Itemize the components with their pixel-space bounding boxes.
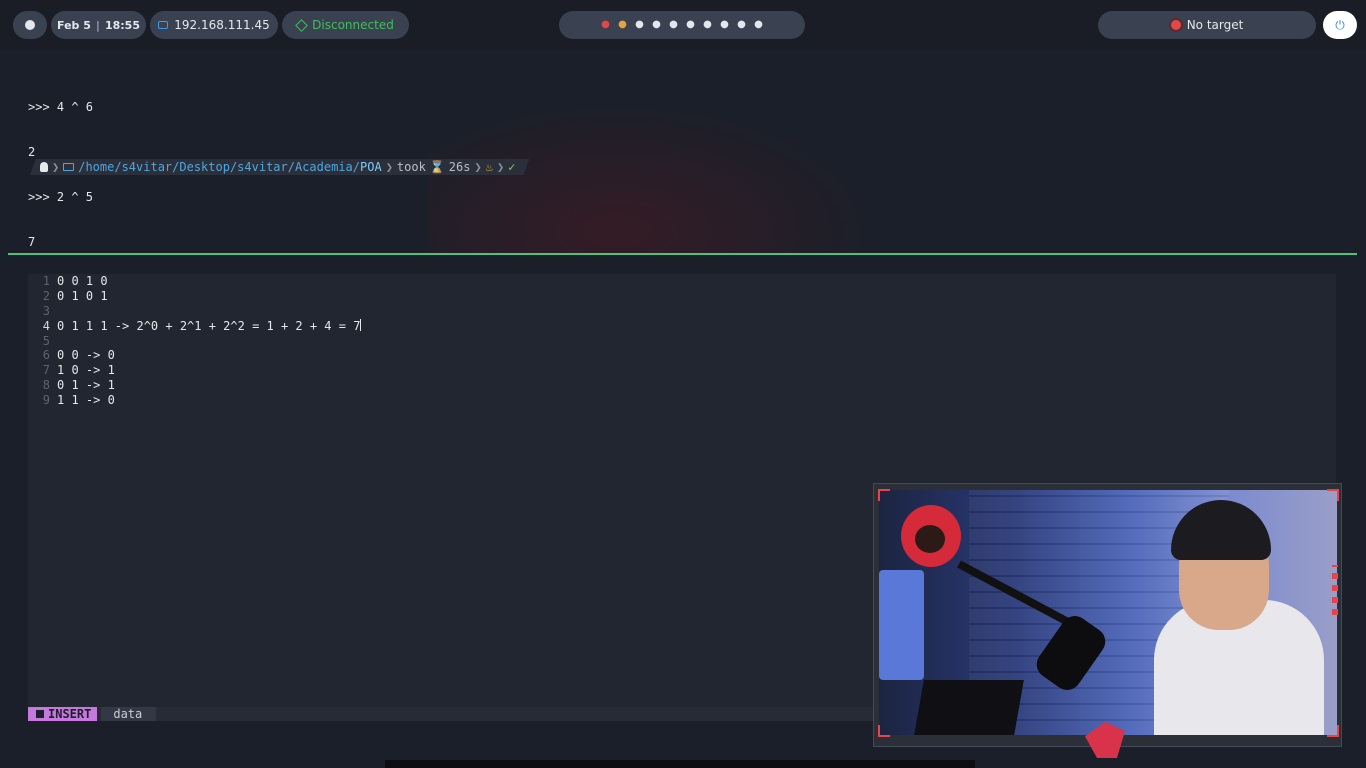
top-bar: Feb 5 | 18:55 192.168.111.45 Disconnecte… xyxy=(0,0,1366,50)
line-text: 0 0 -> 0 xyxy=(57,348,115,363)
workspace-dot[interactable]: ● xyxy=(682,20,699,30)
line-number: 1 xyxy=(42,274,50,288)
editor-line[interactable]: 3 xyxy=(28,304,361,319)
line-text: 0 0 1 0 xyxy=(57,274,108,288)
webcam-feed xyxy=(879,490,1337,735)
target-icon xyxy=(1170,20,1181,30)
workspace-dot[interactable]: ● xyxy=(614,20,631,30)
editor-line[interactable]: 6 0 0 -> 0 xyxy=(28,348,361,363)
text-cursor xyxy=(360,318,362,331)
line-number: 3 xyxy=(42,303,50,318)
line-text: 0 1 0 1 xyxy=(57,288,108,303)
editor-line[interactable]: 1 0 0 1 0 xyxy=(28,274,361,289)
workspace-dot[interactable]: ● xyxy=(597,20,614,30)
line-text: 1 0 -> 1 xyxy=(57,363,115,378)
workspace-dot[interactable]: ● xyxy=(631,20,648,30)
ip-indicator[interactable]: 192.168.111.45 xyxy=(150,11,278,39)
hacker-face-icon xyxy=(915,525,945,553)
flame-icon: ♨ xyxy=(485,160,493,174)
clock-separator: | xyxy=(95,18,100,32)
workspace-dot[interactable]: ● xyxy=(733,20,750,30)
power-button[interactable]: ⏻ xyxy=(1323,11,1357,39)
hourglass-icon: ⌛ xyxy=(429,160,445,174)
editor-line[interactable]: 2 0 1 0 1 xyxy=(28,289,361,304)
target-indicator[interactable]: No target xyxy=(1098,11,1316,39)
repl-line: 7 xyxy=(28,235,36,249)
workspace-switcher: ● ● ● ● ● ● ● ● ● ● xyxy=(559,11,805,39)
vpn-indicator[interactable]: Disconnected xyxy=(282,11,409,39)
terminal-pane[interactable]: >>> 4 ^ 6 2 >>> 2 ^ 5 7 >>> ❯ /home/s4vi… xyxy=(8,50,1357,325)
frame-side-marks xyxy=(1332,565,1338,615)
frame-corner xyxy=(1327,489,1339,501)
line-number: 4 xyxy=(42,318,50,333)
editor-line[interactable]: 7 1 0 -> 1 xyxy=(28,363,361,378)
logo-button[interactable] xyxy=(13,11,47,39)
workspace-dot[interactable]: ● xyxy=(699,20,716,30)
line-number: 5 xyxy=(42,333,50,348)
power-icon: ⏻ xyxy=(1335,17,1345,32)
repl-line: >>> 4 ^ 6 xyxy=(28,100,94,114)
prompt-path: /home/s4vitar/Desktop/s4vitar/Academia/P… xyxy=(78,160,381,174)
chevron-right-icon: ❯ xyxy=(52,160,60,174)
editor-line-current[interactable]: 4 0 1 1 1 -> 2^0 + 2^1 + 2^2 = 1 + 2 + 4 … xyxy=(28,318,362,334)
background-monitor xyxy=(879,570,924,680)
mode-text: INSERT xyxy=(48,707,92,721)
chevron-right-icon: ❯ xyxy=(474,160,482,174)
filename-text: data xyxy=(113,707,143,721)
chevron-right-icon: ❯ xyxy=(496,160,505,174)
keyboard-image xyxy=(914,680,1024,735)
time-text: 18:55 xyxy=(104,18,140,32)
clock: Feb 5 | 18:55 xyxy=(51,11,146,39)
workspace-dot[interactable]: ● xyxy=(716,20,733,30)
ip-text: 192.168.111.45 xyxy=(174,18,270,32)
line-number: 8 xyxy=(42,378,50,393)
repl-line: 2 xyxy=(28,145,36,159)
cube-icon xyxy=(295,18,309,32)
repl-line: >>> 2 ^ 5 xyxy=(28,190,94,204)
monitor-icon xyxy=(158,21,169,29)
line-number: 9 xyxy=(42,393,50,408)
vpn-status-text: Disconnected xyxy=(312,18,394,32)
bottom-strip xyxy=(385,760,975,768)
line-number: 7 xyxy=(42,363,50,378)
editor-line[interactable]: 8 0 1 -> 1 xyxy=(28,378,361,393)
tux-icon xyxy=(40,162,48,172)
line-text: 0 1 -> 1 xyxy=(57,378,115,393)
workspace-dot[interactable]: ● xyxy=(665,20,682,30)
line-text: 0 1 1 1 -> 2^0 + 2^1 + 2^2 = 1 + 2 + 4 =… xyxy=(57,318,361,333)
mode-indicator: INSERT xyxy=(28,707,98,721)
mode-icon xyxy=(36,710,44,718)
took-label: took xyxy=(396,160,426,174)
frame-corner xyxy=(1327,725,1339,737)
filename-segment: data xyxy=(101,707,157,721)
line-number: 6 xyxy=(42,348,50,363)
check-icon: ✓ xyxy=(508,160,516,174)
folder-icon xyxy=(63,163,74,171)
frame-corner xyxy=(878,725,890,737)
line-number: 2 xyxy=(42,288,50,303)
editor-lines: 1 0 0 1 0 2 0 1 0 1 3 4 0 1 1 1 -> 2^0 + 2^… xyxy=(28,274,362,408)
line-text: 1 1 -> 0 xyxy=(57,393,115,408)
duration-text: 26s xyxy=(448,160,471,174)
logo-icon xyxy=(25,20,35,30)
workspace-dot[interactable]: ● xyxy=(750,20,767,30)
chevron-right-icon: ❯ xyxy=(385,160,393,174)
shell-prompt: ❯ /home/s4vitar/Desktop/s4vitar/Academia… xyxy=(30,159,529,175)
editor-line[interactable]: 5 xyxy=(28,334,361,349)
workspace-dot[interactable]: ● xyxy=(648,20,665,30)
editor-line[interactable]: 9 1 1 -> 0 xyxy=(28,393,361,408)
frame-corner xyxy=(878,489,890,501)
prompt-path-prefix: /home/s4vitar/Desktop/s4vitar/Academia/ xyxy=(78,160,360,174)
date-text: Feb 5 xyxy=(57,18,91,32)
target-text: No target xyxy=(1186,18,1244,32)
prompt-path-current: POA xyxy=(360,160,382,174)
